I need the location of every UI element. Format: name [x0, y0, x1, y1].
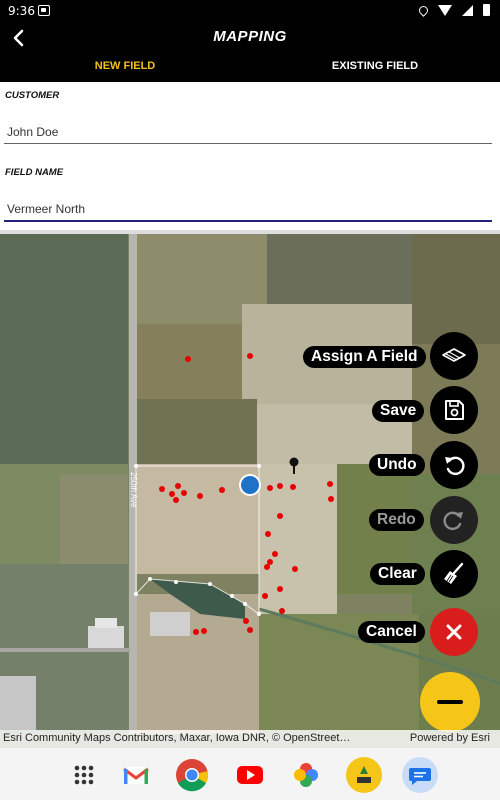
- collapse-fab-button[interactable]: [420, 672, 480, 732]
- messages-icon[interactable]: [402, 757, 438, 793]
- assign-field-button[interactable]: [430, 332, 478, 380]
- close-icon: [446, 624, 462, 640]
- clear-label[interactable]: Clear: [370, 563, 425, 585]
- status-icons: [417, 4, 490, 17]
- undo-label[interactable]: Undo: [369, 454, 425, 476]
- photos-icon[interactable]: [288, 757, 324, 793]
- cancel-button[interactable]: [430, 608, 478, 656]
- notification-icon: [38, 5, 50, 16]
- redo-label[interactable]: Redo: [369, 509, 424, 531]
- undo-button[interactable]: [430, 441, 478, 489]
- save-button[interactable]: [430, 386, 478, 434]
- vermeer-app-icon[interactable]: [346, 757, 382, 793]
- tab-existing-field[interactable]: EXISTING FIELD: [250, 60, 500, 72]
- apps-grid-icon[interactable]: [66, 757, 102, 793]
- map-attribution: Esri Community Maps Contributors, Maxar,…: [0, 730, 500, 748]
- minus-icon: [437, 700, 463, 704]
- field-form: CUSTOMER John Doe FIELD NAME Vermeer Nor…: [0, 82, 500, 234]
- map-imagery: 250th Ave: [0, 234, 500, 748]
- redo-icon: [443, 511, 463, 531]
- app-dock: [0, 748, 500, 800]
- save-icon: [445, 400, 464, 420]
- undo-icon: [445, 456, 465, 476]
- location-icon: [417, 4, 430, 17]
- assign-field-label[interactable]: Assign A Field: [303, 346, 426, 368]
- chrome-icon[interactable]: [174, 757, 210, 793]
- status-time: 9:36: [8, 4, 35, 18]
- battery-icon: [483, 4, 490, 16]
- customer-input[interactable]: John Doe: [7, 125, 58, 139]
- attribution-text: Esri Community Maps Contributors, Maxar,…: [3, 732, 351, 744]
- wifi-icon: [438, 4, 452, 16]
- customer-underline: [4, 143, 492, 144]
- clear-button[interactable]: [430, 550, 478, 598]
- field-name-underline: [4, 220, 492, 222]
- broom-icon: [444, 562, 464, 584]
- app-header: MAPPING NEW FIELD EXISTING FIELD: [0, 22, 500, 82]
- mapping-screen: 9:36 MAPPING NEW FIELD EXISTING FIELD CU…: [0, 0, 500, 800]
- powered-by-text[interactable]: Powered by Esri: [410, 732, 490, 744]
- signal-icon: [462, 4, 473, 16]
- cancel-label[interactable]: Cancel: [358, 621, 425, 643]
- layers-icon: [442, 348, 466, 362]
- road-label: 250th Ave: [129, 472, 138, 508]
- tab-new-field[interactable]: NEW FIELD: [0, 60, 250, 72]
- gmail-icon[interactable]: [118, 757, 154, 793]
- save-label[interactable]: Save: [372, 400, 425, 422]
- status-bar: 9:36: [0, 0, 500, 22]
- satellite-map[interactable]: 250th Ave Assign A Field Save Undo Redo …: [0, 234, 500, 748]
- customer-label: CUSTOMER: [5, 90, 60, 101]
- field-name-input[interactable]: Vermeer North: [7, 202, 85, 216]
- youtube-icon[interactable]: [232, 757, 268, 793]
- redo-button[interactable]: [430, 496, 478, 544]
- field-name-label: FIELD NAME: [5, 167, 64, 178]
- page-title: MAPPING: [213, 28, 287, 45]
